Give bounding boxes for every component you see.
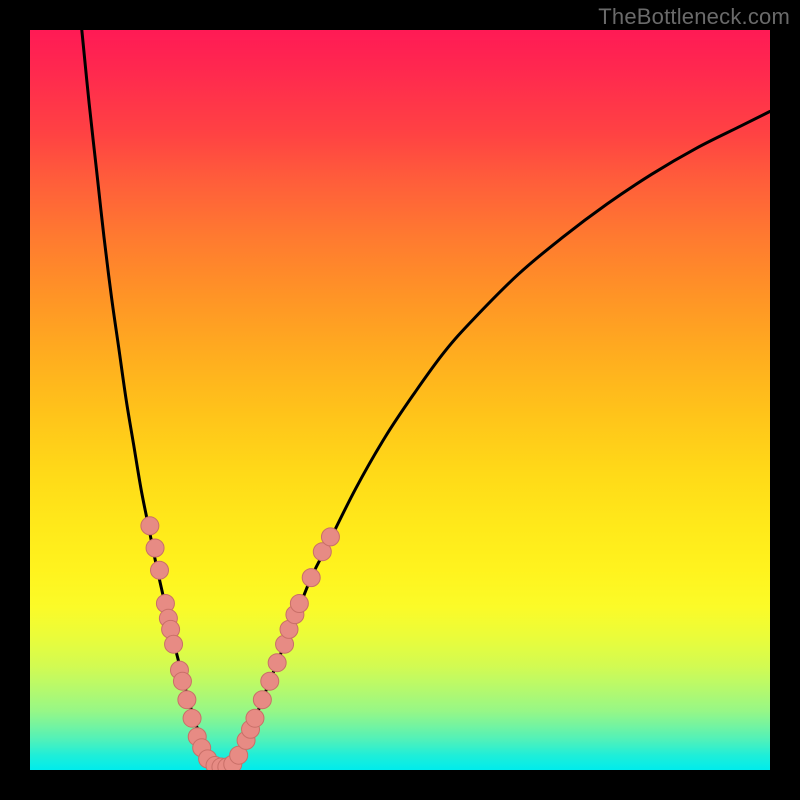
- data-point: [151, 561, 169, 579]
- data-point: [178, 691, 196, 709]
- data-point: [173, 672, 191, 690]
- scatter-layer: [141, 517, 340, 770]
- data-point: [141, 517, 159, 535]
- plot-area: [30, 30, 770, 770]
- curve-left-branch: [82, 30, 215, 766]
- data-point: [253, 691, 271, 709]
- data-point: [246, 709, 264, 727]
- chart-svg: [30, 30, 770, 770]
- data-point: [268, 654, 286, 672]
- chart-frame: TheBottleneck.com: [0, 0, 800, 800]
- data-point: [183, 709, 201, 727]
- watermark-label: TheBottleneck.com: [598, 4, 790, 30]
- data-point: [321, 528, 339, 546]
- data-point: [290, 595, 308, 613]
- data-point: [261, 672, 279, 690]
- data-point: [165, 635, 183, 653]
- curve-layer: [82, 30, 770, 766]
- data-point: [302, 569, 320, 587]
- data-point: [146, 539, 164, 557]
- curve-right-branch: [230, 111, 770, 766]
